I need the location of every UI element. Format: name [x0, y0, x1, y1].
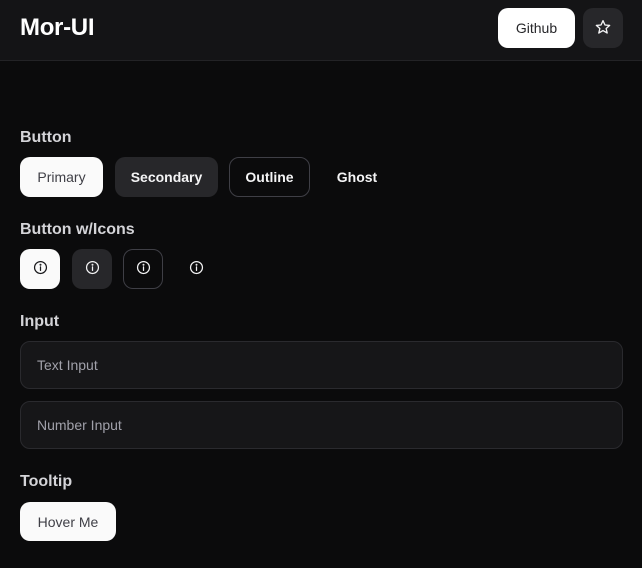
star-icon — [595, 19, 611, 38]
outline-button[interactable]: Outline — [229, 157, 310, 197]
input-section-title: Input — [20, 313, 60, 330]
primary-button[interactable]: Primary — [20, 157, 103, 197]
info-icon — [85, 260, 100, 278]
secondary-icon-button[interactable] — [72, 249, 112, 289]
secondary-button[interactable]: Secondary — [115, 157, 218, 197]
app-header: Mor-UI Github — [0, 0, 642, 61]
hover-me-button[interactable]: Hover Me — [20, 502, 116, 541]
ghost-icon-button[interactable] — [176, 249, 216, 289]
outline-icon-button[interactable] — [123, 249, 163, 289]
info-icon — [189, 260, 204, 278]
star-button[interactable] — [583, 8, 623, 48]
button-icons-section-title: Button w/Icons — [20, 221, 135, 238]
brand-title: Mor-UI — [20, 14, 95, 41]
text-input[interactable] — [20, 341, 623, 389]
tooltip-section-title: Tooltip — [20, 473, 73, 490]
info-icon — [136, 260, 151, 278]
primary-icon-button[interactable] — [20, 249, 60, 289]
ghost-button[interactable]: Ghost — [322, 157, 392, 197]
github-button[interactable]: Github — [498, 8, 575, 48]
info-icon — [33, 260, 48, 278]
number-input[interactable] — [20, 401, 623, 449]
button-section-title: Button — [20, 129, 72, 146]
